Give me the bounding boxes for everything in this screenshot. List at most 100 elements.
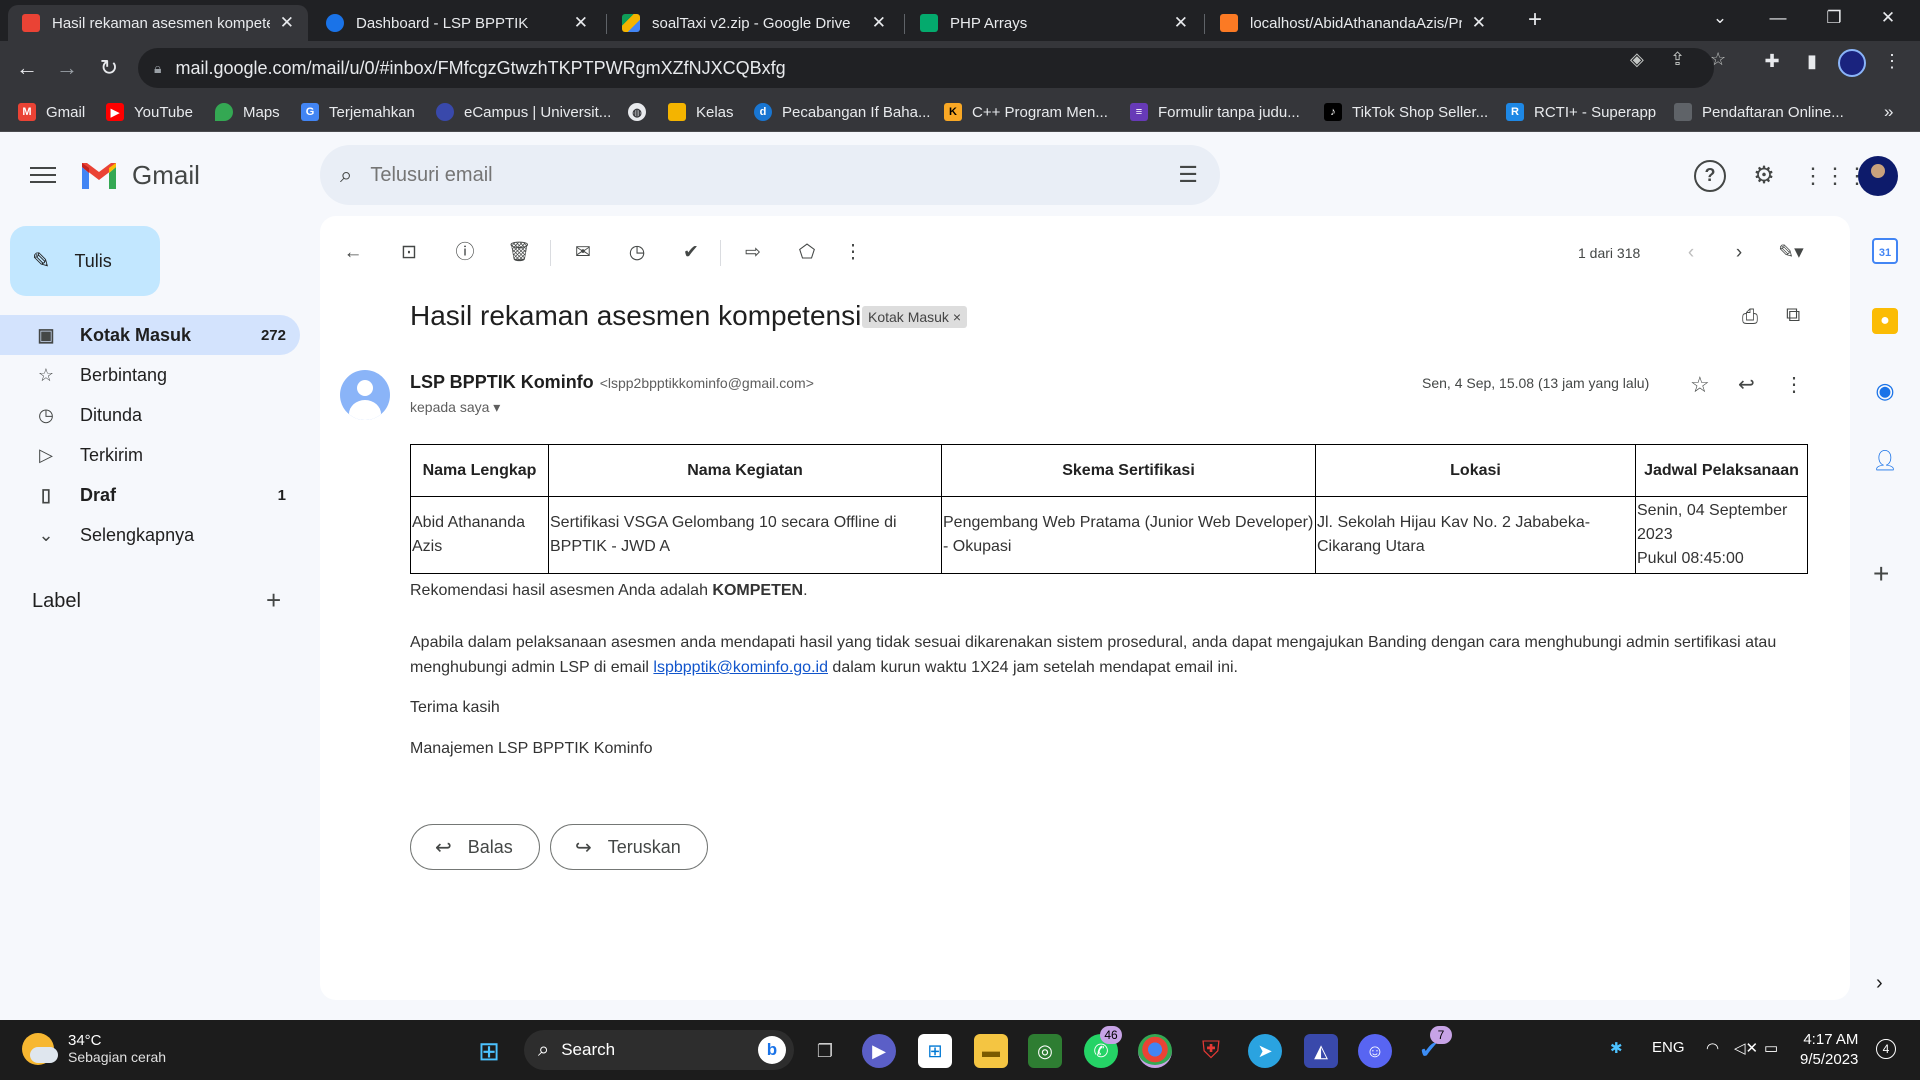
move-to-icon[interactable]: ⇨ (738, 238, 768, 268)
more-bookmarks-icon[interactable]: » (1884, 102, 1893, 122)
profile-avatar[interactable] (1838, 49, 1866, 77)
telegram-icon[interactable]: ➤ (1248, 1034, 1282, 1068)
close-tab-icon[interactable]: ✕ (574, 13, 588, 33)
report-spam-icon[interactable]: ⓘ (450, 238, 480, 268)
bookmark-cpp[interactable]: K C++ Program Men... (944, 103, 1108, 121)
extensions-icon[interactable]: ✚ (1758, 51, 1786, 72)
nav-item-inbox[interactable]: ▣ Kotak Masuk 272 (0, 315, 300, 355)
back-to-inbox-button[interactable]: ← (338, 238, 368, 268)
restore-button[interactable]: ❐ (1814, 8, 1854, 28)
forward-button[interactable]: → (52, 55, 82, 81)
lock-icon[interactable]: 🔒︎ (154, 60, 161, 77)
add-to-tasks-icon[interactable]: ✔ (676, 238, 706, 268)
bookmark-pendaftaran[interactable]: Pendaftaran Online... (1674, 103, 1844, 121)
mark-unread-icon[interactable]: ✉ (568, 238, 598, 268)
bookmark-youtube[interactable]: ▶ YouTube (106, 103, 193, 121)
nav-item-more[interactable]: ⌄ Selengkapnya (0, 515, 300, 555)
new-tab-button[interactable]: + (1520, 5, 1550, 35)
bookmark-gmail[interactable]: M Gmail (18, 103, 85, 121)
close-tab-icon[interactable]: ✕ (1472, 13, 1486, 33)
visual-studio-icon[interactable]: ◭ (1304, 1034, 1338, 1068)
bookmark-tiktok[interactable]: ♪ TikTok Shop Seller... (1324, 103, 1488, 121)
bookmark-formulir[interactable]: ≡ Formulir tanpa judu... (1130, 103, 1300, 121)
forward-button[interactable]: ↪ Teruskan (550, 824, 708, 870)
language-indicator[interactable]: ENG (1652, 1039, 1685, 1056)
task-view-icon[interactable]: ❐ (808, 1034, 842, 1068)
battery-icon[interactable]: ▭ (1764, 1039, 1778, 1057)
wifi-icon[interactable]: ◠ (1706, 1039, 1719, 1057)
sender-avatar[interactable] (340, 370, 390, 420)
more-options-icon[interactable]: ⋮ (1784, 372, 1804, 397)
settings-gear-icon[interactable]: ⚙ (1748, 160, 1780, 192)
nav-item-starred[interactable]: ☆ Berbintang (0, 355, 300, 395)
close-tab-icon[interactable]: ✕ (872, 13, 886, 33)
appeal-email-link[interactable]: lspbpptik@kominfo.go.id (653, 659, 828, 676)
file-explorer-icon[interactable]: ▬ (974, 1034, 1008, 1068)
bookmark-ecampus[interactable]: eCampus | Universit... (436, 103, 611, 121)
nav-item-sent[interactable]: ▷ Terkirim (0, 435, 300, 475)
bookmark-star-icon[interactable]: ☆ (1710, 49, 1726, 70)
bookmark-translate[interactable]: G Terjemahkan (301, 103, 415, 121)
tasks-icon[interactable]: ◉ (1872, 378, 1898, 404)
notification-count[interactable]: 4 (1876, 1039, 1896, 1059)
input-tools-icon[interactable]: ✎▾ (1766, 238, 1816, 268)
bluetooth-icon[interactable]: ✱ (1610, 1039, 1623, 1057)
bookmark-rcti[interactable]: R RCTI+ - Superapp (1506, 103, 1656, 121)
chrome-menu-icon[interactable]: ⋮ (1878, 51, 1906, 72)
back-button[interactable]: ← (12, 55, 42, 81)
tab-localhost[interactable]: localhost/AbidAthanandaAzis/Pr ✕ (1206, 5, 1500, 41)
install-app-icon[interactable]: ◈ (1630, 49, 1644, 70)
nav-item-drafts[interactable]: ▯ Draf 1 (0, 475, 300, 515)
account-avatar[interactable] (1858, 156, 1898, 196)
search-bar[interactable]: ⌕ ☰ (320, 145, 1220, 205)
reply-button[interactable]: ↩ Balas (410, 824, 540, 870)
main-menu-icon[interactable] (30, 162, 56, 188)
teams-chat-icon[interactable]: ▶ (862, 1034, 896, 1068)
compose-button[interactable]: ✎ Tulis (10, 226, 160, 296)
search-options-icon[interactable]: ☰ (1178, 162, 1198, 188)
label-icon[interactable]: ⬠ (792, 238, 822, 268)
share-icon[interactable]: ⇪ (1670, 49, 1685, 70)
bookmark-pecabangan[interactable]: d Pecabangan If Baha... (754, 103, 930, 121)
recipient-toggle[interactable]: kepada saya ▾ (410, 399, 500, 416)
search-icon[interactable]: ⌕ (340, 162, 352, 188)
system-clock[interactable]: 4:17 AM 9/5/2023 (1800, 1030, 1858, 1070)
windows-start-icon[interactable]: ⊞ (472, 1034, 506, 1068)
close-window-button[interactable]: ✕ (1868, 8, 1908, 28)
tab-lsp-dashboard[interactable]: Dashboard - LSP BPPTIK ✕ (312, 5, 602, 41)
older-icon[interactable]: › (1724, 238, 1754, 268)
gmail-logo[interactable]: Gmail (80, 160, 200, 191)
taskbar-search[interactable]: ⌕ Search b (524, 1030, 794, 1070)
side-panel-icon[interactable]: ▮ (1798, 51, 1826, 72)
address-bar[interactable]: 🔒︎ mail.google.com/mail/u/0/#inbox/FMfcg… (138, 48, 1714, 88)
help-icon[interactable]: ? (1694, 160, 1726, 192)
keep-icon[interactable]: ● (1872, 308, 1898, 334)
star-email-icon[interactable]: ☆ (1690, 372, 1710, 398)
speaker-muted-icon[interactable]: ◁✕ (1734, 1039, 1758, 1057)
tab-search-icon[interactable]: ⌄ (1700, 8, 1740, 28)
more-actions-icon[interactable]: ⋮ (838, 238, 868, 268)
bookmark-maps[interactable]: Maps (215, 103, 280, 121)
minimize-button[interactable]: — (1758, 8, 1798, 28)
search-input[interactable] (370, 163, 1071, 187)
delete-icon[interactable]: 🗑︎ (504, 238, 534, 268)
bookmark-kelas[interactable]: Kelas (668, 103, 734, 121)
archive-icon[interactable]: ⊡ (394, 238, 424, 268)
reply-icon[interactable]: ↩ (1738, 372, 1755, 397)
sender-name[interactable]: LSP BPPTIK Kominfo (410, 372, 594, 393)
mcafee-icon[interactable]: ⛨ (1194, 1034, 1228, 1068)
close-tab-icon[interactable]: ✕ (1174, 13, 1188, 33)
get-addons-icon[interactable]: + (1873, 558, 1889, 590)
weather-widget[interactable]: 34°C Sebagian cerah (22, 1032, 166, 1065)
tab-gmail[interactable]: Hasil rekaman asesmen kompete ✕ (8, 5, 308, 41)
bookmark-globe[interactable]: ◍ (628, 103, 656, 121)
nav-item-snoozed[interactable]: ◷ Ditunda (0, 395, 300, 435)
remove-label-icon[interactable]: × (953, 309, 961, 325)
hide-side-panel-icon[interactable]: › (1876, 972, 1883, 995)
close-tab-icon[interactable]: ✕ (280, 13, 294, 33)
open-new-window-icon[interactable]: ⧉ (1786, 304, 1800, 327)
microsoft-store-icon[interactable]: ⊞ (918, 1034, 952, 1068)
calendar-icon[interactable]: 31 (1872, 238, 1898, 264)
tripadvisor-icon[interactable]: ◎ (1028, 1034, 1062, 1068)
reload-button[interactable]: ↻ (94, 55, 124, 81)
